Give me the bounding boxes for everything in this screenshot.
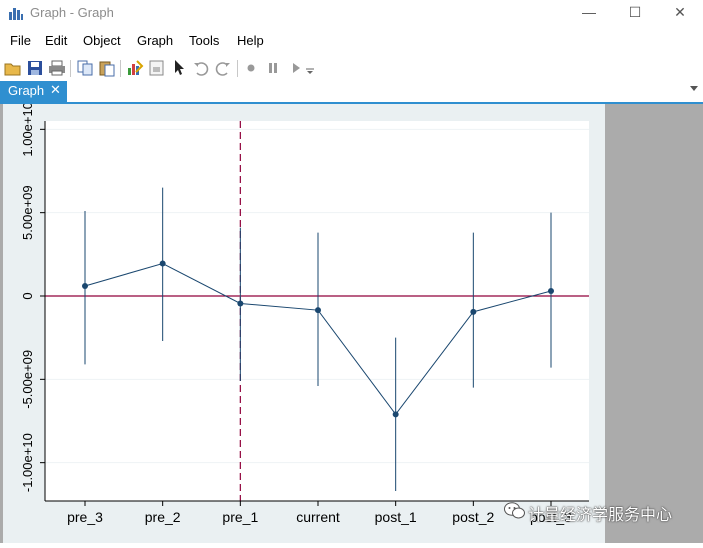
estimate-point (237, 300, 244, 307)
redo-icon[interactable] (214, 59, 232, 77)
save-icon[interactable] (26, 59, 44, 77)
estimate-point (315, 307, 321, 314)
tab-list-dropdown-icon[interactable] (689, 85, 699, 93)
minimize-button[interactable]: — (566, 0, 612, 27)
maximize-button[interactable]: ☐ (612, 0, 658, 27)
menu-file[interactable]: File (10, 33, 31, 48)
event-study-chart: -1.00e+10 -5.00e+09 0 5.00e+09 1.00e+10 pre_3… (20, 102, 589, 525)
x-tick-label: pre_3 (67, 509, 103, 525)
print-icon[interactable] (48, 59, 66, 77)
tab-strip: Graph ✕ (0, 81, 703, 104)
toolbar-separator (237, 60, 238, 77)
tab-graph[interactable]: Graph ✕ (0, 81, 67, 102)
graph-editor-icon[interactable] (126, 59, 144, 77)
menu-object[interactable]: Object (83, 33, 121, 48)
y-tick-label: 5.00e+09 (20, 185, 35, 240)
y-tick-label: 1.00e+10 (20, 104, 35, 157)
graph-canvas-area: -1.00e+10 -5.00e+09 0 5.00e+09 1.00e+10 pre_3… (0, 102, 703, 543)
y-tick-label: -5.00e+09 (20, 350, 35, 409)
y-tick-label: 0 (20, 292, 35, 299)
stata-graph-icon (9, 8, 23, 20)
x-tick-label: post_1 (375, 509, 417, 525)
menu-help[interactable]: Help (237, 33, 264, 48)
x-tick-label: pre_1 (222, 509, 258, 525)
menu-graph[interactable]: Graph (137, 33, 173, 48)
y-tick-label: -1.00e+10 (20, 433, 35, 492)
x-tick-label: post_2 (452, 509, 494, 525)
menu-edit[interactable]: Edit (45, 33, 67, 48)
wechat-icon (504, 502, 525, 519)
tab-label: Graph (8, 83, 45, 98)
toolbar-separator (120, 60, 121, 77)
window-title: Graph - Graph (30, 5, 114, 20)
title-bar: Graph - Graph — ☐ ✕ (0, 0, 703, 27)
toolbar-overflow-icon[interactable] (304, 59, 316, 77)
estimate-point (548, 288, 554, 294)
properties-icon[interactable] (148, 59, 166, 77)
toolbar-separator (70, 60, 71, 77)
copy-icon[interactable] (76, 59, 94, 77)
watermark-text: 计量经济学服务中心 (528, 507, 673, 524)
paste-icon[interactable] (98, 59, 116, 77)
undo-icon[interactable] (192, 59, 210, 77)
play-icon[interactable] (287, 59, 305, 77)
x-tick-label: pre_2 (145, 509, 181, 525)
open-icon[interactable] (4, 59, 22, 77)
estimate-point (159, 260, 166, 267)
menu-bar: File Edit Object Graph Tools Help (0, 29, 703, 53)
graph-region: -1.00e+10 -5.00e+09 0 5.00e+09 1.00e+10 pre_3… (3, 102, 605, 543)
close-window-button[interactable]: ✕ (657, 0, 703, 27)
record-icon[interactable] (242, 59, 260, 77)
estimate-point (470, 308, 477, 315)
pointer-icon[interactable] (170, 59, 188, 77)
x-tick-label: current (296, 509, 340, 525)
toolbar (0, 55, 703, 81)
estimate-point (392, 411, 399, 418)
estimate-point (82, 283, 88, 289)
pause-icon[interactable] (264, 59, 282, 77)
menu-tools[interactable]: Tools (189, 33, 219, 48)
close-tab-icon[interactable]: ✕ (50, 82, 61, 98)
